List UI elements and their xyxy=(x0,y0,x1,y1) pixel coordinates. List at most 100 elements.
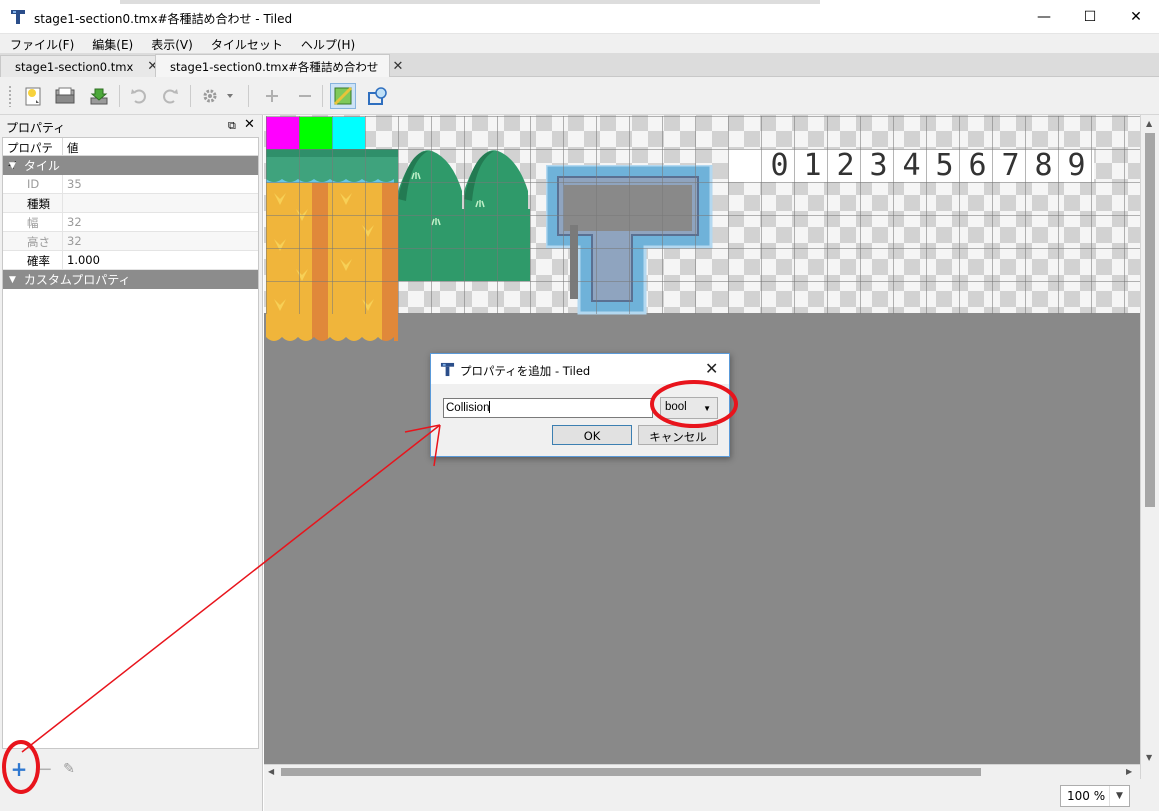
digit-tiles[interactable]: 0 1 2 3 4 5 6 7 8 9 xyxy=(728,148,1094,183)
swatch-green[interactable] xyxy=(299,117,332,149)
add-property-button[interactable]: + xyxy=(8,757,30,781)
redo-icon[interactable] xyxy=(157,83,183,109)
ok-button[interactable]: OK xyxy=(552,425,632,445)
digit-tile: 2 xyxy=(836,148,855,183)
group-label: カスタムプロパティ xyxy=(23,273,131,287)
swatch-magenta[interactable] xyxy=(266,117,299,149)
close-button[interactable]: ✕ xyxy=(1113,0,1159,34)
zoom-value: 100 % xyxy=(1067,789,1106,803)
tab-map[interactable]: stage1-section0.tmx ✕ xyxy=(0,55,158,77)
scroll-right-icon[interactable]: ▶ xyxy=(1126,767,1132,776)
vertical-scrollbar[interactable]: ▲ ▼ xyxy=(1140,115,1159,779)
digit-tile: 3 xyxy=(869,148,888,183)
property-value[interactable] xyxy=(63,194,67,212)
digit-tile: 5 xyxy=(935,148,954,183)
property-value: 32 xyxy=(67,215,82,229)
collapse-triangle-icon[interactable]: ▼ xyxy=(9,275,16,285)
add-icon[interactable] xyxy=(259,83,285,109)
digit-tile: 9 xyxy=(1067,148,1086,183)
property-type-select[interactable]: bool ▼ xyxy=(660,397,718,419)
digit-tile: 1 xyxy=(803,148,822,183)
property-value: 32 xyxy=(67,234,82,248)
property-name-value: Collision xyxy=(446,402,490,414)
rename-property-button[interactable]: ✎ xyxy=(58,758,80,780)
text-caret xyxy=(489,401,491,413)
scroll-down-icon[interactable]: ▼ xyxy=(1146,753,1152,762)
column-header-property[interactable]: プロパティ xyxy=(3,138,63,171)
new-file-icon[interactable] xyxy=(20,83,46,109)
vertical-scroll-thumb[interactable] xyxy=(1145,133,1155,507)
group-tile[interactable]: ▼ タイル xyxy=(3,156,258,175)
digit-tile: 8 xyxy=(1034,148,1053,183)
dialog-close-button[interactable]: ✕ xyxy=(705,359,718,378)
property-row-probability[interactable]: 確率 1.000 xyxy=(3,251,258,270)
tab-tileset[interactable]: stage1-section0.tmx#各種詰め合わせ ✕ xyxy=(155,54,403,78)
toolbar-grip[interactable] xyxy=(8,85,12,107)
dialog-titlebar: プロパティを追加 - Tiled ✕ xyxy=(431,354,729,384)
toolbar-separator xyxy=(119,85,120,107)
toolbar-separator xyxy=(190,85,191,107)
menu-edit[interactable]: 編集(E) xyxy=(82,34,141,53)
ground-tiles[interactable] xyxy=(266,149,398,345)
main-toolbar xyxy=(0,77,1159,115)
maximize-button[interactable]: ☐ xyxy=(1067,0,1113,34)
settings-icon[interactable] xyxy=(198,83,238,109)
status-bar: 100 % ▼ xyxy=(264,779,1159,811)
property-key: 幅 xyxy=(3,213,63,231)
chevron-down-icon[interactable]: ▼ xyxy=(1109,786,1129,806)
properties-bottom-toolbar: + − ✎ xyxy=(0,749,263,811)
menu-help[interactable]: ヘルプ(H) xyxy=(291,34,363,53)
collapse-triangle-icon[interactable]: ▼ xyxy=(9,161,16,171)
zoom-combobox[interactable]: 100 % ▼ xyxy=(1060,785,1130,807)
group-label: タイル xyxy=(23,159,60,173)
swatch-cyan[interactable] xyxy=(332,117,365,149)
property-key: 確率 xyxy=(3,251,63,269)
document-tab-bar: stage1-section0.tmx ✕ stage1-section0.tm… xyxy=(0,53,1159,78)
menu-bar: ファイル(F) 編集(E) 表示(V) タイルセット ヘルプ(H) xyxy=(0,34,1159,53)
digit-tile: 0 xyxy=(770,148,789,183)
open-folder-icon[interactable] xyxy=(52,83,78,109)
property-row-type[interactable]: 種類 xyxy=(3,194,258,213)
cancel-button[interactable]: キャンセル xyxy=(638,425,718,445)
remove-icon[interactable] xyxy=(292,83,318,109)
tiled-app-icon xyxy=(11,10,25,24)
property-row-width: 幅 32 xyxy=(3,213,258,232)
undo-icon[interactable] xyxy=(126,83,152,109)
properties-header: プロパティ 値 xyxy=(3,138,258,171)
property-value[interactable]: 1.000 xyxy=(63,251,100,269)
tab-label: stage1-section0.tmx xyxy=(15,59,134,74)
group-custom-properties[interactable]: ▼ カスタムプロパティ xyxy=(3,270,258,289)
property-key: 高さ xyxy=(3,232,63,250)
menu-view[interactable]: 表示(V) xyxy=(141,34,201,53)
property-name-input[interactable]: Collision xyxy=(443,398,653,418)
scroll-left-icon[interactable]: ◀ xyxy=(268,767,274,776)
chevron-down-icon: ▼ xyxy=(703,404,711,413)
digit-tile: 7 xyxy=(1001,148,1020,183)
tileset-edit-icon[interactable] xyxy=(330,83,356,109)
bush-tiles[interactable] xyxy=(398,149,530,281)
scroll-up-icon[interactable]: ▲ xyxy=(1146,119,1152,128)
collision-shape-icon[interactable] xyxy=(365,83,391,109)
digit-tile: 6 xyxy=(968,148,987,183)
remove-property-button[interactable]: − xyxy=(34,758,56,780)
toolbar-separator xyxy=(322,85,323,107)
close-panel-icon[interactable]: ✕ xyxy=(244,117,255,132)
panel-title: プロパティ xyxy=(6,121,66,135)
column-header-value[interactable]: 値 xyxy=(63,138,83,155)
pipe-tiles[interactable] xyxy=(546,165,714,315)
minimize-button[interactable]: — xyxy=(1021,0,1067,34)
digit-tile: 4 xyxy=(902,148,921,183)
tab-label: stage1-section0.tmx#各種詰め合わせ xyxy=(170,59,379,74)
save-icon[interactable] xyxy=(86,83,112,109)
horizontal-scroll-thumb[interactable] xyxy=(281,768,981,776)
tab-close-icon[interactable]: ✕ xyxy=(392,59,403,74)
menu-tileset[interactable]: タイルセット xyxy=(201,34,291,53)
horizontal-scrollbar[interactable]: ◀ ▶ xyxy=(264,764,1140,779)
menu-file[interactable]: ファイル(F) xyxy=(0,34,82,53)
properties-panel: プロパティ ⧉ ✕ プロパティ 値 ▼ タイル ID 35 種類 幅 32 高さ… xyxy=(0,115,263,811)
tiled-app-icon xyxy=(440,362,455,377)
window-title: stage1-section0.tmx#各種詰め合わせ - Tiled xyxy=(34,12,293,26)
float-panel-icon[interactable]: ⧉ xyxy=(228,119,236,133)
property-value: 35 xyxy=(67,177,82,191)
dialog-title: プロパティを追加 - Tiled xyxy=(460,364,591,378)
